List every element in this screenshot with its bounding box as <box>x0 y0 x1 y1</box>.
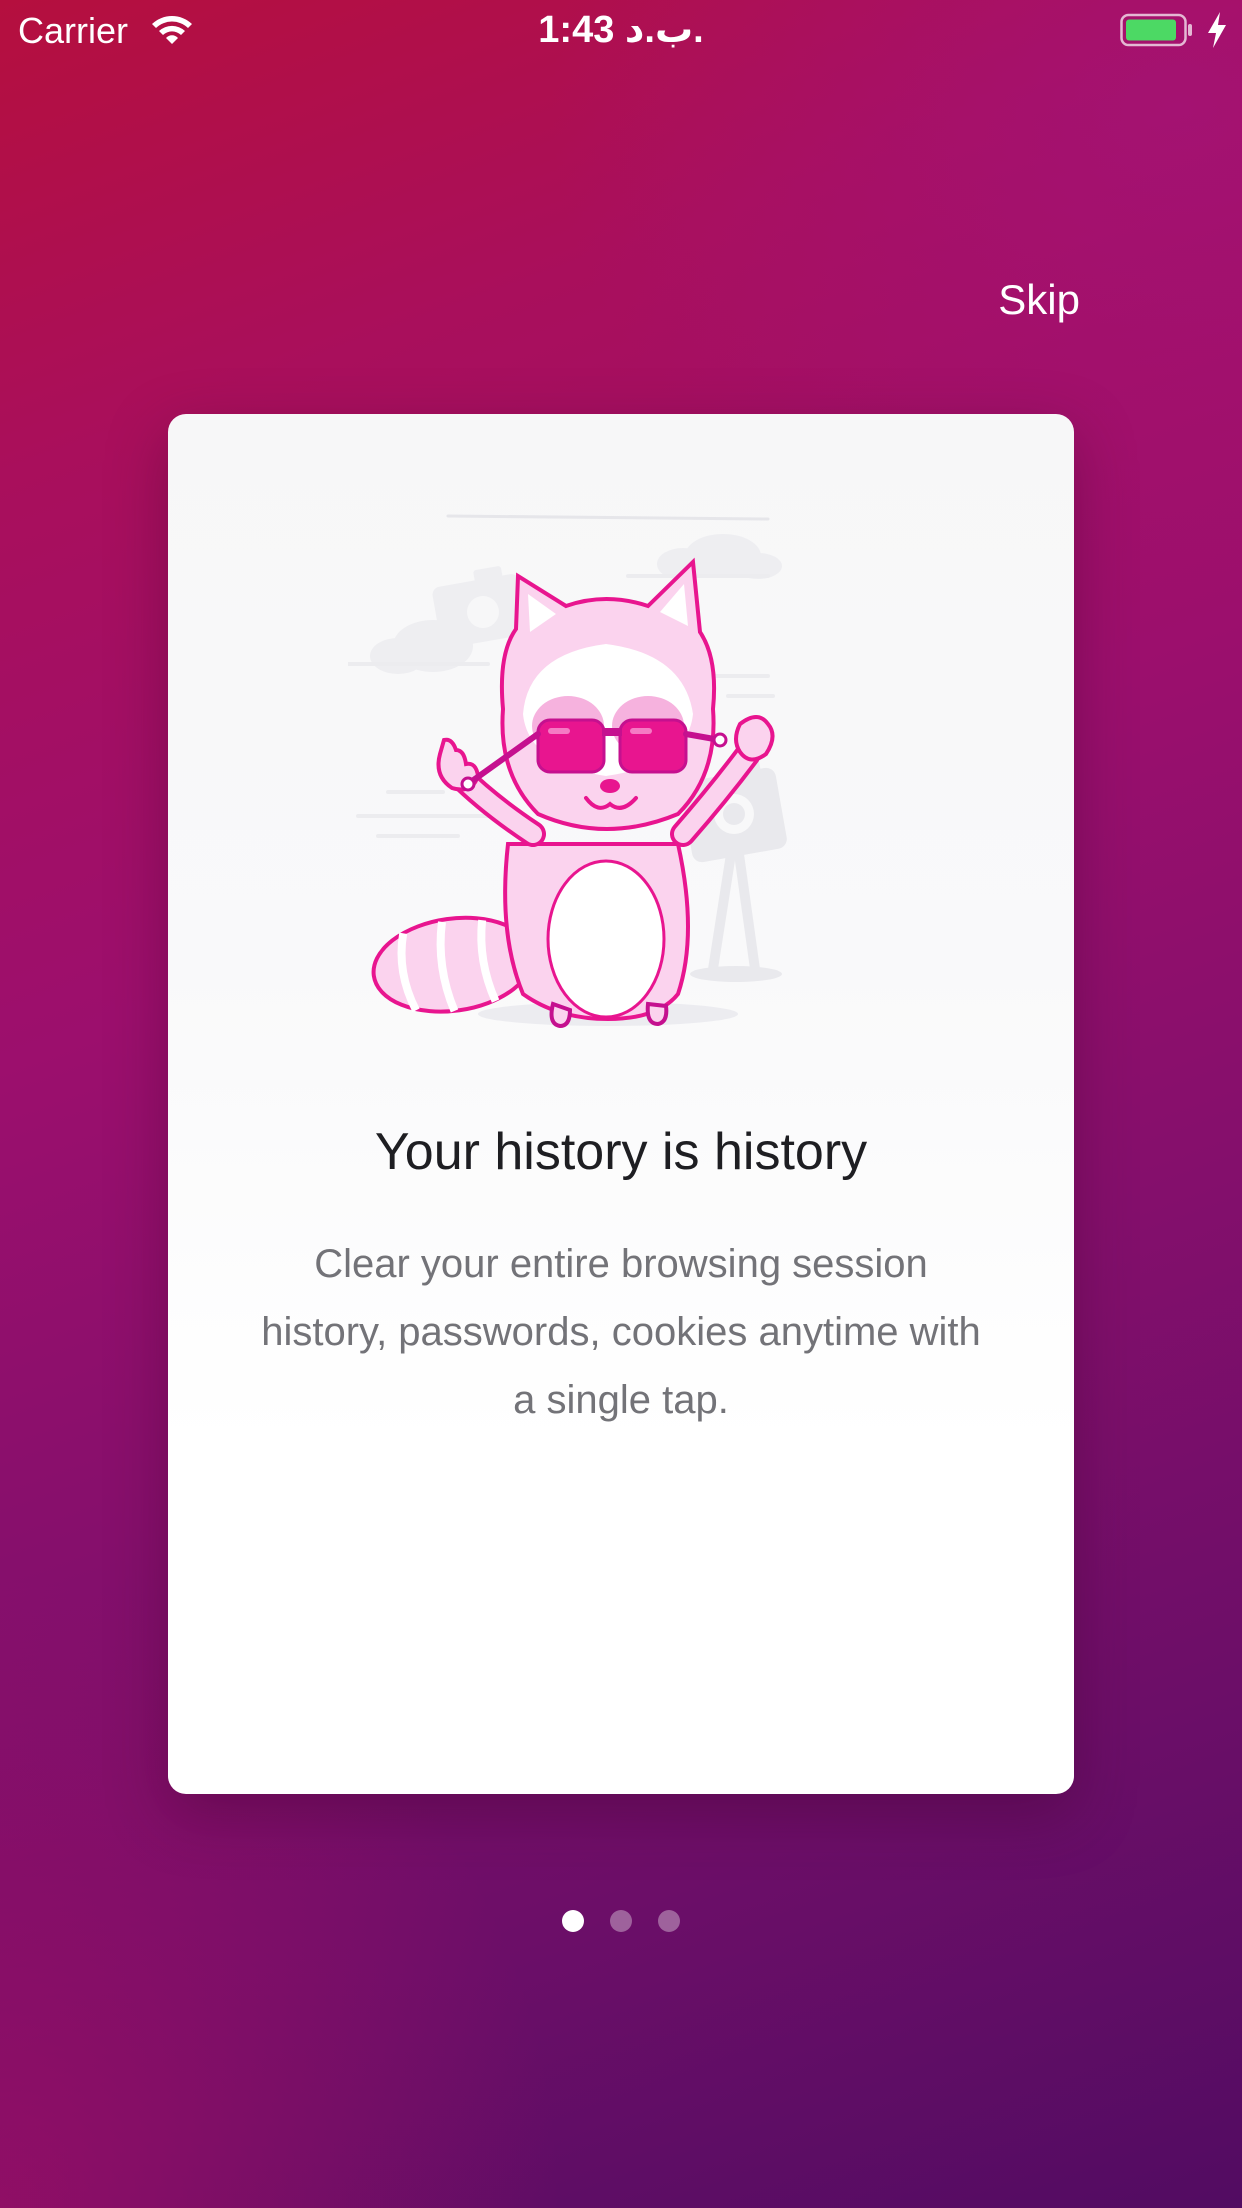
skip-button[interactable]: Skip <box>960 270 1080 330</box>
page-dot-2[interactable] <box>610 1910 632 1932</box>
card-title: Your history is history <box>374 1123 868 1181</box>
onboarding-card: Your history is history Clear your entir… <box>168 414 1074 1794</box>
battery-icon <box>1120 13 1192 47</box>
charging-bolt-icon <box>1208 12 1226 48</box>
status-time: 1:43 ب.د. <box>538 9 704 51</box>
page-indicator <box>0 1910 1242 1934</box>
status-bar: Carrier 1:43 ب.د. <box>0 0 1242 60</box>
page-dot-3[interactable] <box>658 1910 680 1932</box>
raccoon-sunglasses-illustration <box>348 514 787 1029</box>
card-description: Clear your entire browsing session histo… <box>261 1242 981 1422</box>
page-dot-1[interactable] <box>562 1910 584 1932</box>
